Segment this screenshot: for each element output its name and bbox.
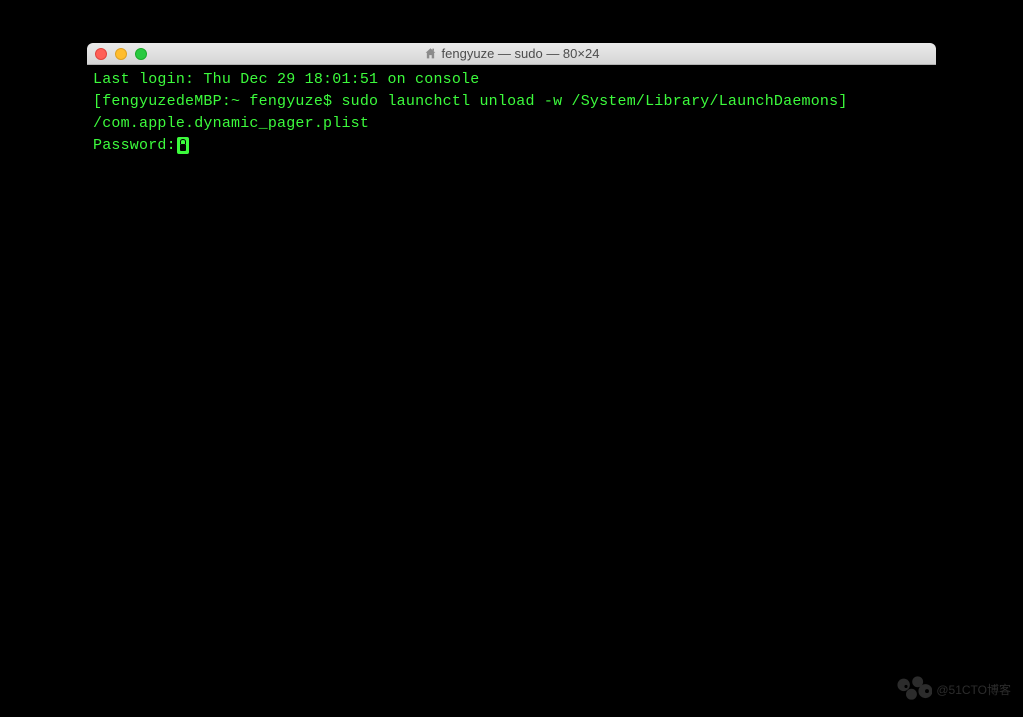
window-titlebar[interactable]: fengyuze — sudo — 80×24 — [87, 43, 936, 65]
command-text: sudo launchctl unload -w /System/Library… — [341, 93, 838, 110]
terminal-line-continuation: /com.apple.dynamic_pager.plist — [93, 113, 930, 135]
terminal-line-login: Last login: Thu Dec 29 18:01:51 on conso… — [93, 69, 930, 91]
zoom-button[interactable] — [135, 48, 147, 60]
minimize-button[interactable] — [115, 48, 127, 60]
terminal-window: fengyuze — sudo — 80×24 Last login: Thu … — [87, 43, 936, 595]
bracket-close: ] — [838, 93, 847, 110]
key-icon — [177, 137, 189, 154]
title-area: fengyuze — sudo — 80×24 — [87, 46, 936, 61]
home-icon — [424, 47, 437, 60]
watermark-text: @51CTO博客 — [936, 681, 1011, 698]
watermark-logo-icon — [894, 674, 932, 705]
traffic-lights — [87, 48, 147, 60]
watermark: @51CTO博客 — [894, 674, 1011, 705]
close-button[interactable] — [95, 48, 107, 60]
password-label: Password: — [93, 137, 176, 154]
terminal-line-command: [fengyuzedeMBP:~ fengyuze$ sudo launchct… — [93, 91, 930, 113]
window-title: fengyuze — sudo — 80×24 — [442, 46, 600, 61]
terminal-line-password: Password: — [93, 135, 930, 157]
shell-prompt: fengyuzedeMBP:~ fengyuze$ — [102, 93, 341, 110]
bracket-open: [ — [93, 93, 102, 110]
terminal-body[interactable]: Last login: Thu Dec 29 18:01:51 on conso… — [87, 65, 936, 161]
